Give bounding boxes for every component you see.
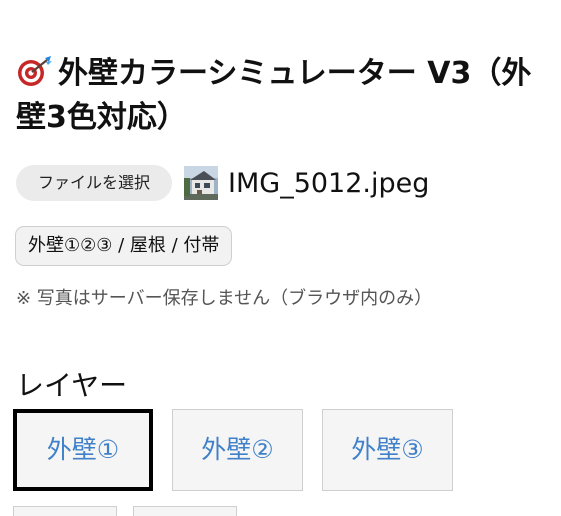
page-title-text: 外壁カラーシミュレーター V3（外壁3色対応） [16, 56, 532, 135]
layer-button-row-cutoff [13, 506, 253, 516]
house-photo-thumbnail [184, 166, 219, 200]
layer-button-wall-3[interactable]: 外壁③ [322, 409, 453, 491]
layer-button-partial[interactable] [133, 506, 237, 516]
privacy-note: ※ 写真はサーバー保存しません（ブラウザ内のみ） [16, 288, 433, 309]
layer-button-wall-1[interactable]: 外壁① [13, 409, 153, 491]
dart-target-icon [18, 56, 52, 86]
layer-button-row: 外壁① 外壁② 外壁③ [13, 409, 472, 491]
page-title: 外壁カラーシミュレーター V3（外壁3色対応） [16, 52, 561, 140]
choose-file-button[interactable]: ファイルを選択 [16, 165, 173, 201]
layer-mode-button[interactable]: 外壁①②③ / 屋根 / 付帯 [15, 226, 233, 266]
layer-button-partial[interactable] [13, 506, 117, 516]
layer-button-wall-2[interactable]: 外壁② [172, 409, 303, 491]
file-input-row: ファイルを選択 IMG_5012.jpeg [16, 163, 429, 203]
layer-heading: レイヤー [16, 369, 128, 402]
selected-file-name: IMG_5012.jpeg [228, 167, 430, 199]
